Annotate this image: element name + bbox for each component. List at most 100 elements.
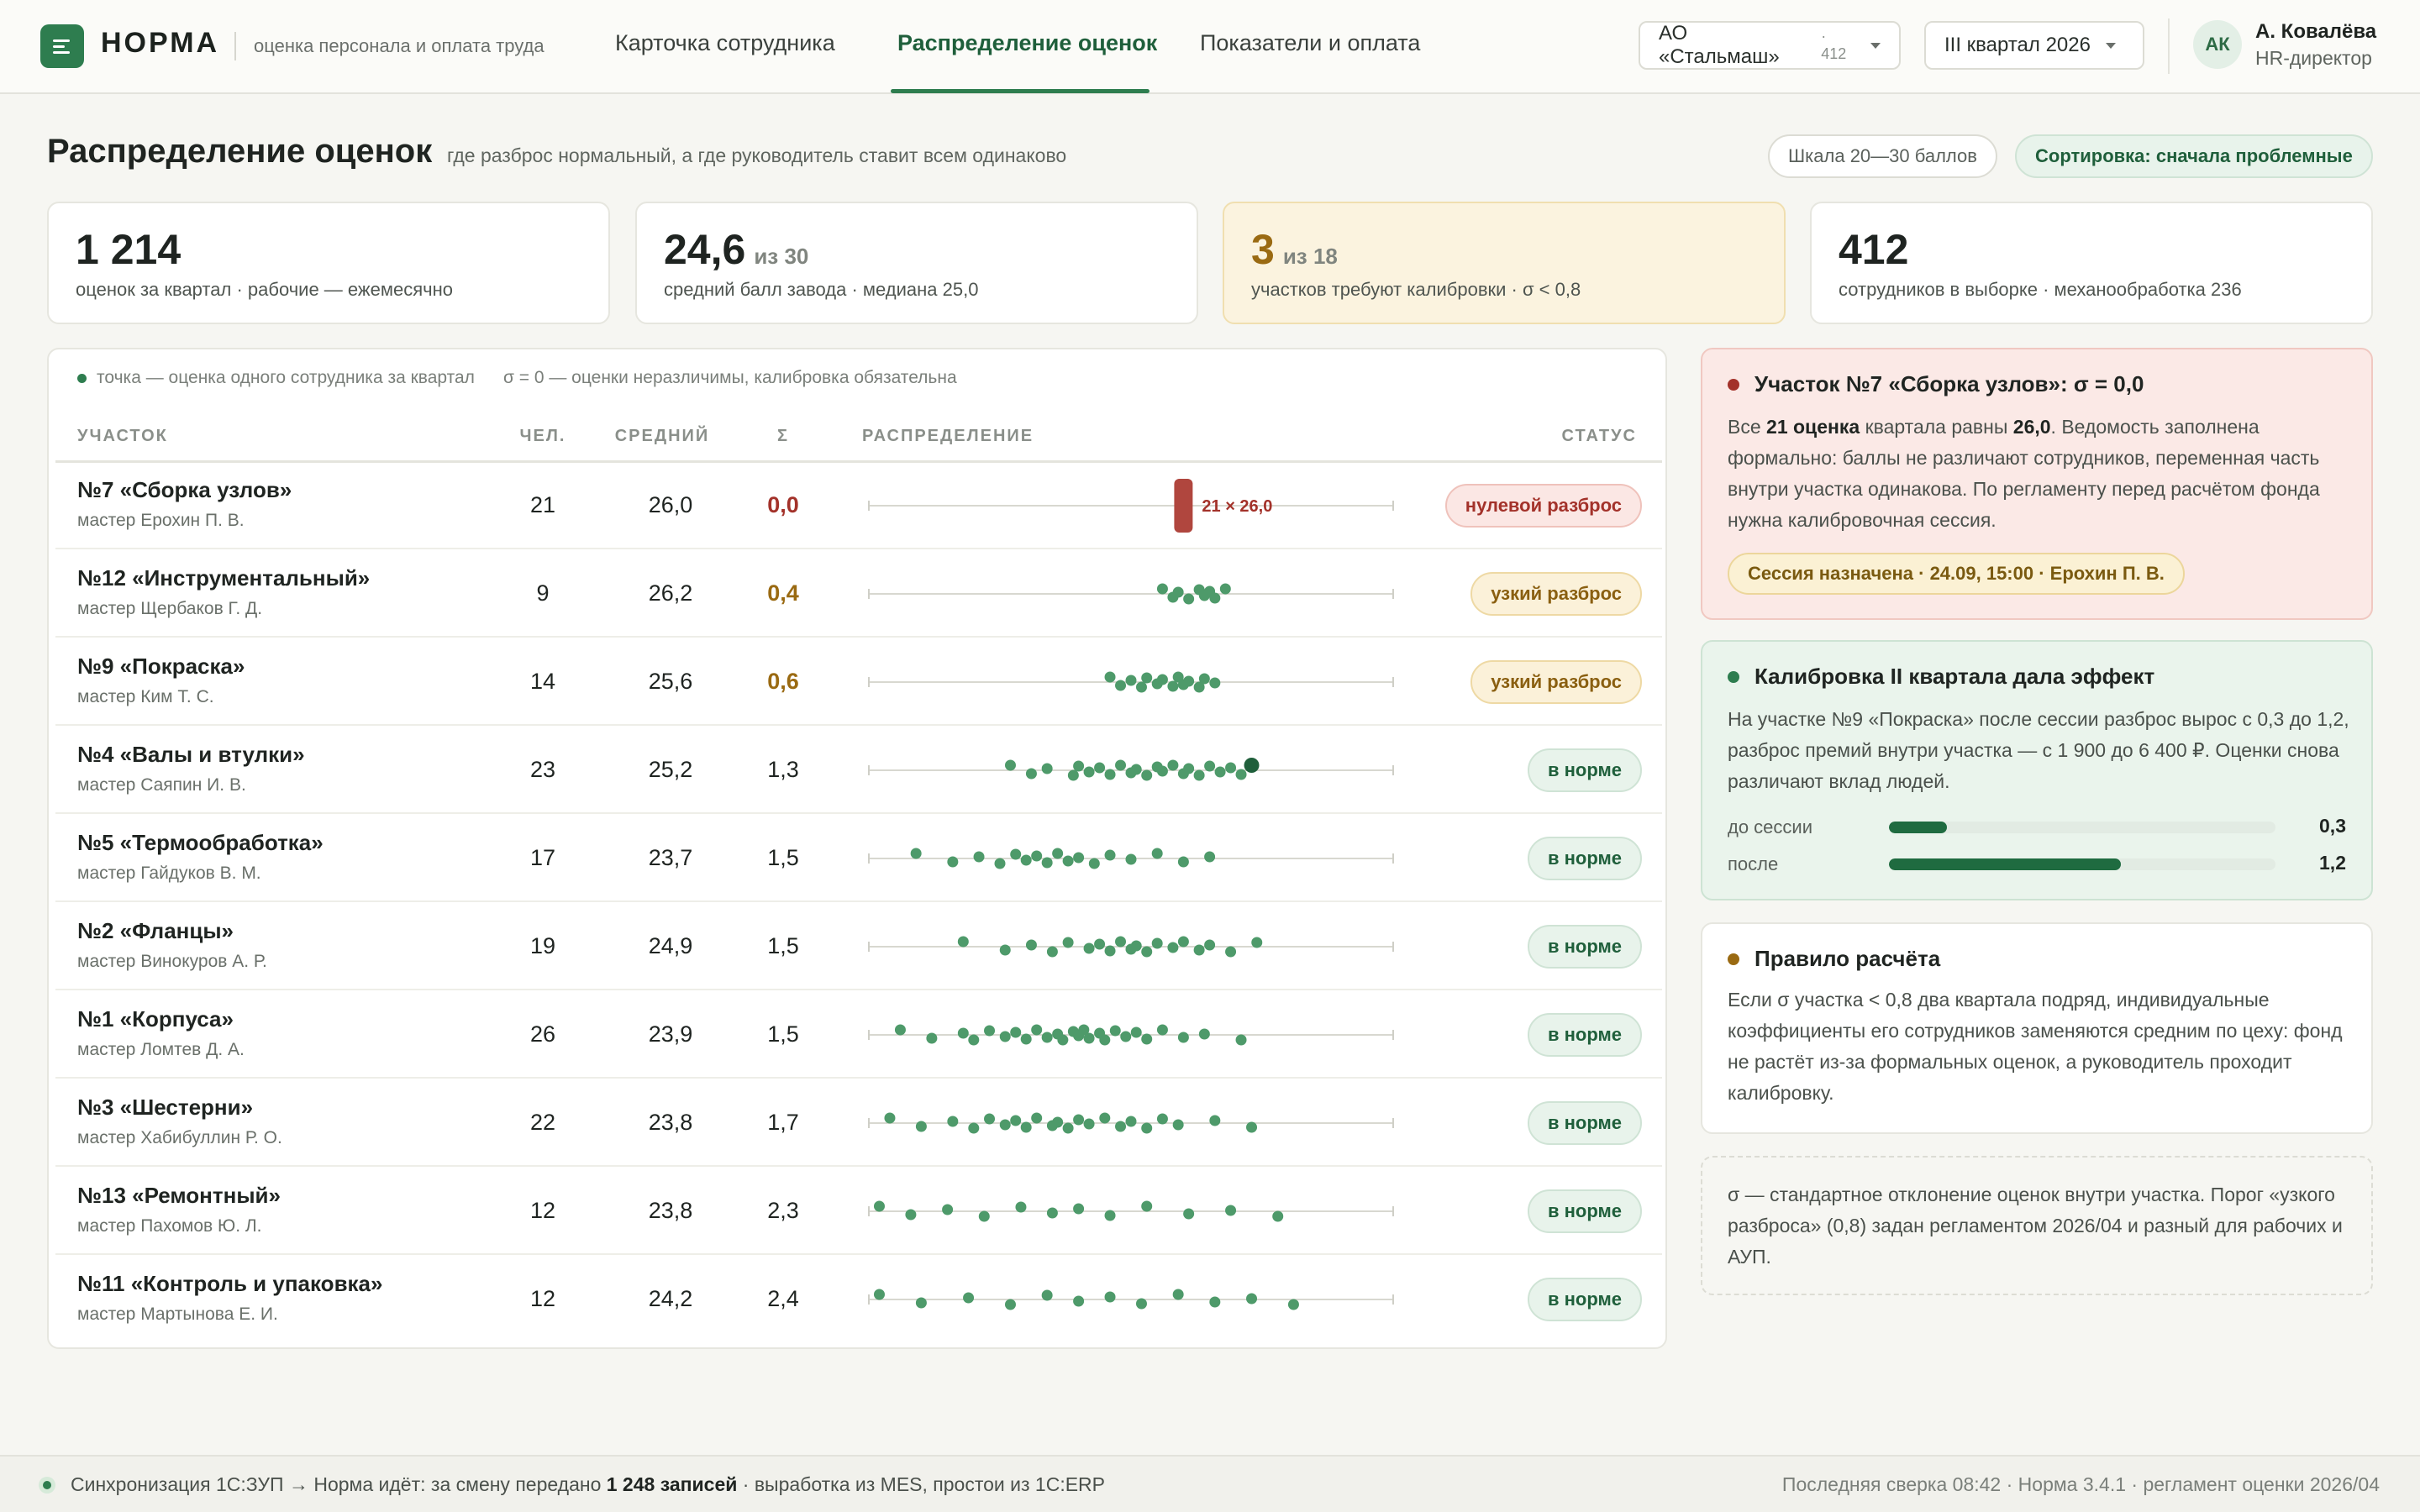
score-point	[1141, 769, 1153, 781]
column-header-status[interactable]: СТАТУС	[1562, 427, 1637, 446]
score-point	[1115, 680, 1127, 691]
session-scheduled-pill[interactable]: Сессия назначена · 24.09, 15:00 · Ерохин…	[1728, 553, 2185, 595]
kpi-card-calibration: 3 из 18 участков требуют калибровки · σ <…	[1223, 202, 1786, 324]
column-header-sigma[interactable]: Σ	[750, 427, 817, 446]
score-point	[1104, 671, 1116, 683]
section-name[interactable]: №11 «Контроль и упаковка»	[77, 1271, 382, 1297]
scale-pill[interactable]: Шкала 20—30 баллов	[1768, 134, 1997, 178]
score-point	[873, 1289, 885, 1300]
section-name[interactable]: №7 «Сборка узлов»	[77, 477, 292, 503]
score-point	[1031, 1112, 1043, 1124]
table-row[interactable]: №5 «Термообработка» мастер Гайдуков В. М.…	[55, 815, 1662, 902]
section-name[interactable]: №2 «Фланцы»	[77, 918, 234, 944]
section-master: мастер Хабибуллин Р. О.	[77, 1128, 282, 1147]
company-select[interactable]: АО «Стальмаш» · 412	[1639, 21, 1901, 70]
mean-score: 26,2	[648, 580, 693, 606]
people-count: 19	[529, 933, 556, 958]
tab-metrics-and-pay[interactable]: Показатели и оплата	[1200, 30, 1420, 56]
sigma-value: 2,3	[767, 1198, 799, 1223]
score-point	[884, 1112, 896, 1124]
score-point	[968, 1034, 980, 1046]
tab-score-distribution[interactable]: Распределение оценок	[897, 30, 1157, 56]
period-select-value: III квартал 2026	[1944, 34, 2091, 56]
sync-suffix: · выработка из MES, простои из 1С:ERP	[737, 1473, 1106, 1495]
page-subtitle: где разброс нормальный, а где руководите…	[447, 144, 1067, 166]
people-count: 12	[529, 1286, 556, 1311]
score-point	[1041, 1032, 1053, 1043]
table-row[interactable]: №7 «Сборка узлов» мастер Ерохин П. В. 21 26…	[55, 462, 1662, 549]
score-point	[968, 1122, 980, 1134]
table-row[interactable]: №1 «Корпуса» мастер Ломтев Д. А. 26 23,9 1,5…	[55, 991, 1662, 1079]
status-badge: в норме	[1527, 1101, 1642, 1145]
page-title: Распределение оценок	[47, 133, 433, 170]
score-point	[1141, 946, 1153, 958]
score-point	[984, 1113, 996, 1125]
column-header-mean[interactable]: СРЕДНИЙ	[578, 427, 746, 446]
score-point	[1104, 1291, 1116, 1303]
score-point	[978, 1210, 990, 1222]
score-point	[1235, 1034, 1247, 1046]
section-name[interactable]: №5 «Термообработка»	[77, 830, 324, 856]
kpi-label: средний балл завода · медиана 25,0	[664, 279, 979, 300]
mean-score: 25,2	[648, 757, 693, 782]
status-badge: в норме	[1527, 837, 1642, 880]
table-row[interactable]: №11 «Контроль и упаковка» мастер Мартынов…	[55, 1256, 1662, 1343]
score-point	[1172, 586, 1184, 598]
distribution-strip	[868, 758, 1394, 781]
table-row[interactable]: №9 «Покраска» мастер Ким Т. С. 14 25,6 0,6 уз…	[55, 638, 1662, 726]
rule-card-text: Если σ участка < 0,8 два квартала подряд…	[1728, 989, 2343, 1104]
score-point	[1057, 1034, 1069, 1046]
score-point	[1125, 1116, 1137, 1127]
legend-sigma-text: σ = 0 — оценки неразличимы, калибровка о…	[502, 368, 957, 387]
sigma-note-card: σ — стандартное отклонение оценок внутри…	[1701, 1156, 2373, 1295]
menu-logo-icon[interactable]	[40, 24, 84, 68]
alert-text-value: 26,0	[2012, 416, 2051, 438]
score-point	[1020, 1121, 1032, 1133]
sigma-value: 0,4	[767, 580, 799, 606]
score-point	[1156, 1113, 1168, 1125]
kpi-card-mean: 24,6 из 30 средний балл завода · медиана …	[635, 202, 1198, 324]
column-header-section[interactable]: УЧАСТОК	[77, 427, 168, 446]
bar-fill-after	[1889, 858, 2121, 870]
avatar[interactable]: АК	[2193, 20, 2242, 69]
sort-pill[interactable]: Сортировка: сначала проблемные	[2015, 134, 2373, 178]
active-tab-indicator	[891, 89, 1150, 93]
score-point	[999, 944, 1011, 956]
distribution-table-card: точка — оценка одного сотрудника за квар…	[47, 348, 1667, 1349]
score-point	[910, 848, 922, 859]
section-name[interactable]: №12 «Инструментальный»	[77, 565, 370, 591]
section-name[interactable]: №1 «Корпуса»	[77, 1006, 234, 1032]
score-point	[1010, 1026, 1022, 1038]
legend-dot-icon	[77, 373, 87, 383]
mean-score: 23,7	[648, 845, 693, 870]
table-row[interactable]: №3 «Шестерни» мастер Хабибуллин Р. О. 22 23…	[55, 1079, 1662, 1167]
mean-score: 23,8	[648, 1198, 693, 1223]
sigma-value: 1,5	[767, 1021, 799, 1047]
table-row[interactable]: №2 «Фланцы» мастер Винокуров А. Р. 19 24,9 1…	[55, 903, 1662, 990]
score-point	[1177, 936, 1189, 948]
kpi-card-employees: 412 сотрудников в выборке · механообрабо…	[1810, 202, 2373, 324]
status-badge: в норме	[1527, 1278, 1642, 1321]
bar-value-after: 1,2	[2319, 852, 2346, 874]
score-point	[1225, 762, 1237, 774]
score-point	[1135, 1298, 1147, 1310]
brand-name: НОРМА	[101, 27, 220, 59]
score-point	[947, 856, 959, 868]
score-point	[1198, 673, 1210, 685]
score-point	[1177, 1032, 1189, 1043]
score-point	[1046, 1207, 1058, 1219]
section-name[interactable]: №9 «Покраска»	[77, 654, 245, 680]
tab-employee-card[interactable]: Карточка сотрудника	[615, 30, 835, 56]
section-name[interactable]: №13 «Ремонтный»	[77, 1183, 281, 1209]
brand-subtitle: оценка персонала и оплата труда	[254, 35, 544, 56]
table-row[interactable]: №4 «Валы и втулки» мастер Саяпин И. В. 23 2…	[55, 727, 1662, 814]
score-point	[1251, 937, 1263, 948]
score-point	[1010, 1115, 1022, 1126]
table-row[interactable]: №12 «Инструментальный» мастер Щербаков Г.…	[55, 550, 1662, 638]
section-name[interactable]: №3 «Шестерни»	[77, 1095, 253, 1121]
table-row[interactable]: №13 «Ремонтный» мастер Пахомов Ю. Л. 12 23,…	[55, 1168, 1662, 1255]
section-name[interactable]: №4 «Валы и втулки»	[77, 742, 305, 768]
section-master: мастер Щербаков Г. Д.	[77, 599, 263, 618]
period-select[interactable]: III квартал 2026	[1924, 21, 2144, 70]
score-point	[1062, 855, 1074, 867]
